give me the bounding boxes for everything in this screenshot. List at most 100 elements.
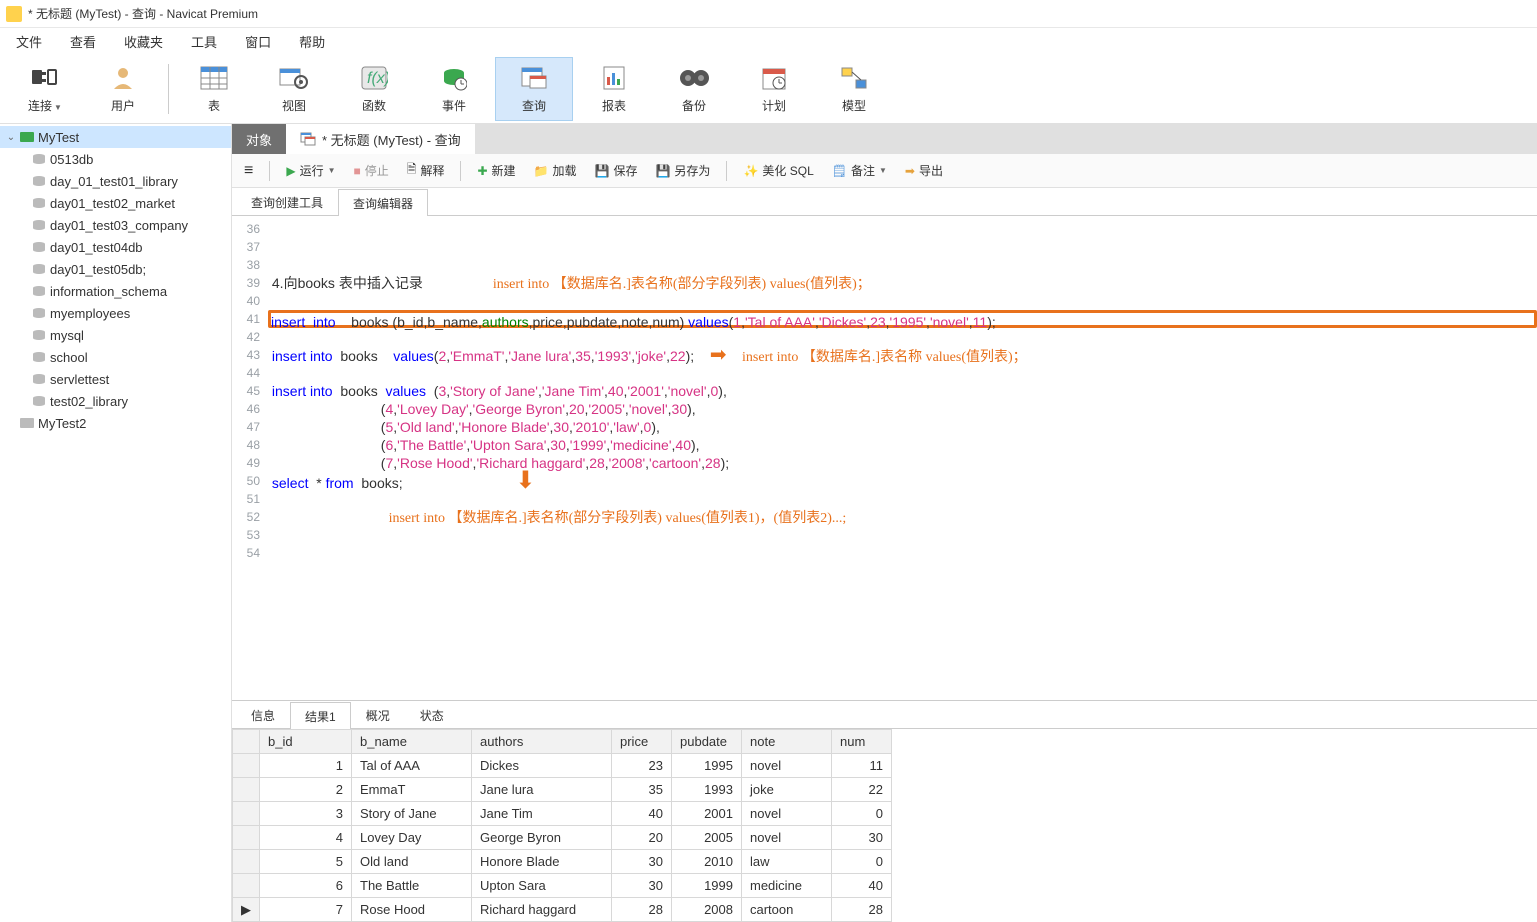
hamburger-icon: ≡ (244, 162, 253, 180)
tree-db-8[interactable]: mysql (0, 324, 231, 346)
query-button[interactable]: 查询 (495, 57, 573, 121)
tree-db-4[interactable]: day01_test04db (0, 236, 231, 258)
tree-root-mytest[interactable]: ⌄ MyTest (0, 126, 231, 148)
report-button[interactable]: 报表 (575, 57, 653, 121)
note-button[interactable]: 🗒备注▼ (826, 158, 893, 184)
col-authors[interactable]: authors (472, 730, 612, 754)
tab-result1[interactable]: 结果1 (290, 702, 351, 729)
col-pubdate[interactable]: pubdate (672, 730, 742, 754)
annotation-3: insert into 【数据库名.]表名称(部分字段列表) values(值列… (389, 511, 847, 526)
tree-db-6[interactable]: information_schema (0, 280, 231, 302)
export-icon: ➡ (905, 164, 915, 178)
chevron-down-icon: ▼ (879, 166, 887, 175)
tab-profile[interactable]: 概况 (351, 701, 405, 728)
main-split: ⌄ MyTest 0513db day_01_test01_library da… (0, 124, 1537, 922)
database-icon (30, 371, 48, 387)
table-button[interactable]: 表 (175, 57, 253, 121)
table-row[interactable]: 6The BattleUpton Sara301999medicine40 (233, 874, 892, 898)
col-price[interactable]: price (612, 730, 672, 754)
chevron-down-icon: ▼ (328, 166, 336, 175)
main-toolbar: 连接▼ 用户 表 视图 f(x) 函数 事件 查询 (0, 54, 1537, 124)
menu-tools[interactable]: 工具 (179, 29, 229, 54)
content-area: 对象 * 无标题 (MyTest) - 查询 ≡ ▶运行▼ ■停止 🗎解释 ✚新… (232, 124, 1537, 922)
table-row[interactable]: 2EmmaTJane lura351993joke22 (233, 778, 892, 802)
explain-icon: 🗎 (407, 160, 417, 181)
table-row[interactable]: 4Lovey DayGeorge Byron202005novel30 (233, 826, 892, 850)
connection-tree[interactable]: ⌄ MyTest 0513db day_01_test01_library da… (0, 124, 232, 922)
col-bid[interactable]: b_id (260, 730, 352, 754)
user-button[interactable]: 用户 (84, 57, 162, 121)
explain-button[interactable]: 🗎解释 (401, 158, 451, 184)
tab-query-editor[interactable]: 查询编辑器 (338, 189, 428, 216)
tree-db-0[interactable]: 0513db (0, 148, 231, 170)
view-button[interactable]: 视图 (255, 57, 333, 121)
connect-button[interactable]: 连接▼ (6, 57, 84, 121)
menu-file[interactable]: 文件 (4, 29, 54, 54)
stop-button[interactable]: ■停止 (348, 158, 395, 184)
titlebar: * 无标题 (MyTest) - 查询 - Navicat Premium (0, 0, 1537, 28)
results-panel: 信息 结果1 概况 状态 b_id b_name authors price p… (232, 700, 1537, 922)
function-button[interactable]: f(x) 函数 (335, 57, 413, 121)
model-label: 模型 (842, 97, 866, 114)
app-icon (6, 6, 22, 22)
tree-root-mytest2[interactable]: MyTest2 (0, 412, 231, 434)
tab-query[interactable]: * 无标题 (MyTest) - 查询 (286, 124, 475, 154)
result-grid[interactable]: b_id b_name authors price pubdate note n… (232, 729, 892, 922)
sql-editor[interactable]: 36 37 38 39 4.向books 表中插入记录 insert into … (232, 216, 1537, 700)
database-icon (30, 393, 48, 409)
tab-info[interactable]: 信息 (236, 701, 290, 728)
run-button[interactable]: ▶运行▼ (280, 158, 341, 184)
arrow-right-icon: ➡ (710, 344, 727, 366)
new-button[interactable]: ✚新建 (471, 158, 521, 184)
table-label: 表 (208, 97, 220, 114)
database-icon (30, 327, 48, 343)
tab-status[interactable]: 状态 (405, 701, 459, 728)
model-button[interactable]: 模型 (815, 57, 893, 121)
tab-query-builder[interactable]: 查询创建工具 (236, 188, 338, 215)
tree-db-7[interactable]: myemployees (0, 302, 231, 324)
plan-button[interactable]: 计划 (735, 57, 813, 121)
save-button[interactable]: 💾保存 (589, 158, 644, 184)
col-bname[interactable]: b_name (352, 730, 472, 754)
beautify-button[interactable]: ✨美化 SQL (737, 158, 819, 184)
svg-text:f(x): f(x) (367, 70, 388, 87)
table-row[interactable]: 1Tal of AAADickes231995novel11 (233, 754, 892, 778)
event-button[interactable]: 事件 (415, 57, 493, 121)
query-label: 查询 (522, 97, 546, 114)
col-num[interactable]: num (832, 730, 892, 754)
menu-view[interactable]: 查看 (58, 29, 108, 54)
database-icon (30, 239, 48, 255)
tree-db-5[interactable]: day01_test05db; (0, 258, 231, 280)
collapse-icon[interactable]: ⌄ (4, 132, 18, 143)
tree-db-3[interactable]: day01_test03_company (0, 214, 231, 236)
stop-icon: ■ (354, 164, 361, 178)
connect-label: 连接 (28, 99, 52, 113)
table-row[interactable]: ▶7Rose HoodRichard haggard282008cartoon2… (233, 898, 892, 922)
wand-icon: ✨ (743, 164, 758, 178)
menu-help[interactable]: 帮助 (287, 29, 337, 54)
backup-icon (679, 63, 709, 93)
load-button[interactable]: 📁加载 (528, 158, 583, 184)
menu-window[interactable]: 窗口 (233, 29, 283, 54)
document-tabs: 对象 * 无标题 (MyTest) - 查询 (232, 124, 1537, 154)
col-note[interactable]: note (742, 730, 832, 754)
backup-button[interactable]: 备份 (655, 57, 733, 121)
menu-favorites[interactable]: 收藏夹 (112, 29, 175, 54)
annotation-1: insert into 【数据库名.]表名称(部分字段列表) values(值列… (493, 277, 871, 292)
tree-db-9[interactable]: school (0, 346, 231, 368)
query-icon (519, 63, 549, 93)
export-button[interactable]: ➡导出 (899, 158, 949, 184)
table-icon (199, 63, 229, 93)
tree-db-11[interactable]: test02_library (0, 390, 231, 412)
tree-db-10[interactable]: servlettest (0, 368, 231, 390)
table-row[interactable]: 5Old landHonore Blade302010law0 (233, 850, 892, 874)
database-server-icon (18, 415, 36, 431)
database-server-icon (18, 129, 36, 145)
hamburger-button[interactable]: ≡ (238, 158, 259, 184)
save-icon: 💾 (595, 164, 610, 178)
tree-db-1[interactable]: day_01_test01_library (0, 170, 231, 192)
tab-objects[interactable]: 对象 (232, 124, 286, 154)
saveas-button[interactable]: 💾另存为 (649, 158, 716, 184)
table-row[interactable]: 3Story of JaneJane Tim402001novel0 (233, 802, 892, 826)
tree-db-2[interactable]: day01_test02_market (0, 192, 231, 214)
